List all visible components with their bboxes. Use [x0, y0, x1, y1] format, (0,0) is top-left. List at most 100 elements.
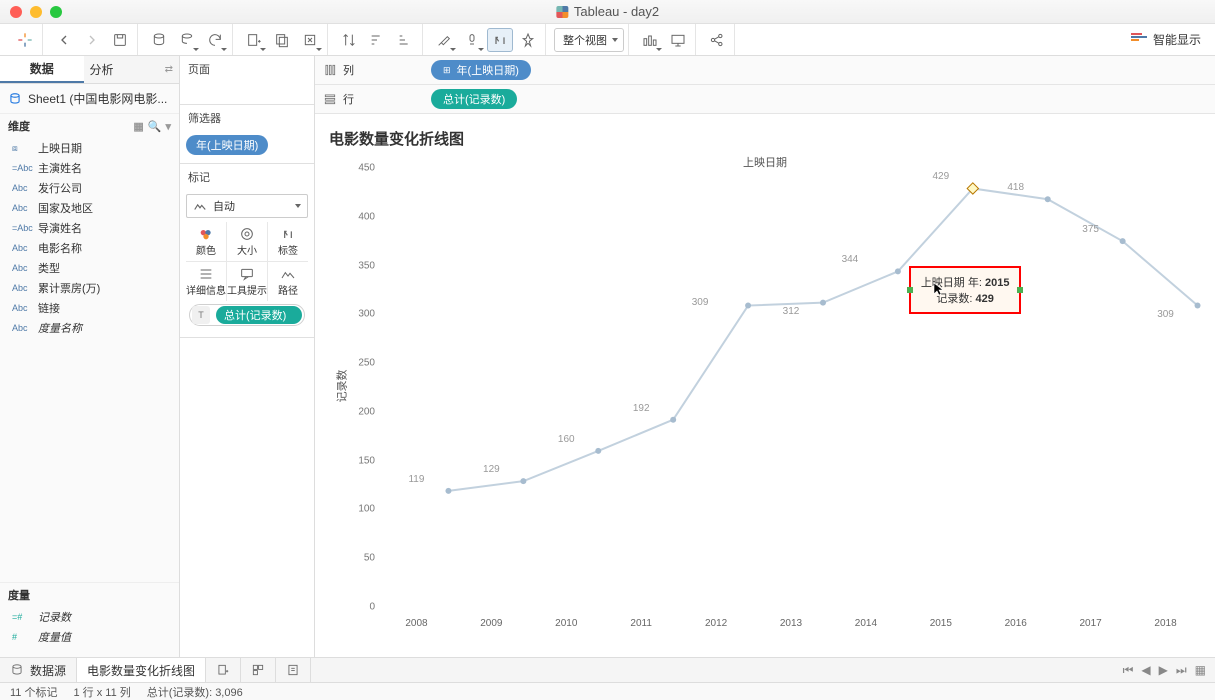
save-button[interactable] — [107, 28, 133, 52]
label-prefix-icon: T — [192, 306, 210, 324]
pages-card-title: 页面 — [180, 56, 314, 82]
rows-shelf[interactable]: 行 总计(记录数) — [315, 85, 1215, 114]
sheet-tab-bar: 数据源 电影数量变化折线图 ⏮ ◀ ▶ ⏭ ▦ — [0, 657, 1215, 682]
dimension-field[interactable]: Abc累计票房(万) — [0, 278, 179, 298]
columns-pill[interactable]: ⊞年(上映日期) — [431, 60, 531, 80]
maximize-window-button[interactable] — [50, 6, 62, 18]
new-dashboard-button[interactable] — [241, 658, 276, 682]
status-rowscols: 1 行 x 11 列 — [73, 684, 130, 700]
nav-list[interactable]: ▦ — [1192, 663, 1209, 677]
dimensions-header: 维度 ▦🔍▾ — [0, 113, 179, 138]
sort-desc-button[interactable] — [392, 28, 418, 52]
marks-label[interactable]: 标签 — [268, 222, 308, 261]
close-window-button[interactable] — [10, 6, 22, 18]
dimension-field[interactable]: =Abc主演姓名 — [0, 158, 179, 178]
viz-canvas[interactable]: 电影数量变化折线图 上映日期 记录数 050100150200250300350… — [315, 114, 1215, 657]
dimension-field[interactable]: Abc链接 — [0, 298, 179, 318]
show-me-button[interactable]: 智能显示 — [1125, 31, 1207, 48]
datasource-name[interactable]: Sheet1 (中国电影网电影... — [0, 84, 179, 113]
duplicate-button[interactable] — [269, 28, 295, 52]
nav-first[interactable]: ⏮ — [1120, 663, 1137, 678]
nav-last[interactable]: ⏭ — [1173, 663, 1190, 678]
minimize-window-button[interactable] — [30, 6, 42, 18]
pages-card: 页面 — [180, 56, 314, 105]
pin-button[interactable] — [515, 28, 541, 52]
view-grid-icon[interactable]: ▦ — [133, 120, 143, 133]
rows-pill[interactable]: 总计(记录数) — [431, 89, 517, 109]
nav-prev[interactable]: ◀ — [1138, 663, 1153, 677]
marks-color[interactable]: 颜色 — [186, 222, 226, 261]
window-title: Tableau - day2 — [556, 4, 659, 19]
datasource-label: Sheet1 (中国电影网电影... — [28, 90, 167, 107]
mark-label-pill[interactable]: T 总计(记录数) — [189, 304, 305, 326]
show-cards-button[interactable] — [637, 28, 663, 52]
measures-header: 度量 — [0, 582, 179, 607]
columns-label: 列 — [343, 62, 354, 78]
status-sum: 总计(记录数): 3,096 — [147, 684, 243, 700]
share-button[interactable] — [704, 28, 730, 52]
new-worksheet-button[interactable] — [241, 28, 267, 52]
tab-data[interactable]: 数据 — [0, 56, 84, 83]
search-icon[interactable]: 🔍 — [148, 120, 162, 133]
marks-tooltip[interactable]: 工具提示 — [227, 262, 267, 301]
back-button[interactable] — [51, 28, 77, 52]
measure-field[interactable]: =#记录数 — [0, 607, 179, 627]
mark-type-select[interactable]: 自动 — [186, 194, 308, 218]
tooltip: 上映日期 年: 2015记录数: 429 — [909, 266, 1022, 314]
window-titlebar: Tableau - day2 — [0, 0, 1215, 24]
chart-title[interactable]: 电影数量变化折线图 — [329, 128, 464, 149]
show-me-icon — [1131, 33, 1147, 47]
chart-plot-area[interactable]: 0501001502002503003504004502008200920102… — [347, 168, 1203, 627]
dimension-field[interactable]: Abc电影名称 — [0, 238, 179, 258]
dimension-field[interactable]: ⧈上映日期 — [0, 138, 179, 158]
marks-path[interactable]: 路径 — [268, 262, 308, 301]
tableau-logo-icon — [556, 6, 568, 18]
dimension-field[interactable]: Abc度量名称 — [0, 318, 179, 338]
measure-field[interactable]: #度量值 — [0, 627, 179, 647]
refresh-button[interactable] — [202, 28, 228, 52]
toolbar: 整个视图 智能显示 — [0, 24, 1215, 56]
marks-size[interactable]: 大小 — [227, 222, 267, 261]
pause-autoupdate-button[interactable] — [174, 28, 200, 52]
dropdown-icon[interactable]: ▾ — [165, 120, 171, 133]
presentation-button[interactable] — [665, 28, 691, 52]
datasource-icon — [8, 92, 22, 106]
status-marks: 11 个标记 — [10, 684, 57, 700]
worksheet-area: 列 ⊞年(上映日期) 行 总计(记录数) 电影数量变化折线图 上映日期 记录数 … — [315, 56, 1215, 657]
highlight-button[interactable] — [431, 28, 457, 52]
nav-next[interactable]: ▶ — [1156, 663, 1171, 677]
rows-label: 行 — [343, 91, 354, 107]
marks-detail[interactable]: 详细信息 — [186, 262, 226, 301]
clear-button[interactable] — [297, 28, 323, 52]
tab-sheet[interactable]: 电影数量变化折线图 — [77, 658, 206, 682]
filters-card-title: 筛选器 — [180, 105, 314, 131]
tableau-home-icon[interactable] — [12, 28, 38, 52]
status-bar: 11 个标记 1 行 x 11 列 总计(记录数): 3,096 — [0, 682, 1215, 700]
dimension-field[interactable]: =Abc导演姓名 — [0, 218, 179, 238]
sort-asc-button[interactable] — [364, 28, 390, 52]
tab-analysis[interactable]: 分析⇄ — [84, 56, 180, 83]
marks-card: 标记 自动 颜色 大小 标签 详细信息 工具提示 路径 T 总计 — [180, 164, 314, 338]
new-datasource-button[interactable] — [146, 28, 172, 52]
show-labels-button[interactable] — [487, 28, 513, 52]
sheet-nav: ⏮ ◀ ▶ ⏭ ▦ — [1114, 658, 1215, 682]
filters-card: 筛选器 年(上映日期) — [180, 105, 314, 164]
data-panel: 数据 分析⇄ Sheet1 (中国电影网电影... 维度 ▦🔍▾ ⧈上映日期=A… — [0, 56, 180, 657]
dimension-field[interactable]: Abc发行公司 — [0, 178, 179, 198]
columns-shelf[interactable]: 列 ⊞年(上映日期) — [315, 56, 1215, 85]
cards-panel: 页面 筛选器 年(上映日期) 标记 自动 颜色 大小 标签 详细信息 — [180, 56, 315, 657]
new-story-button[interactable] — [276, 658, 311, 682]
window-title-text: Tableau - day2 — [574, 4, 659, 19]
new-sheet-button[interactable] — [206, 658, 241, 682]
group-button[interactable] — [459, 28, 485, 52]
main-area: 数据 分析⇄ Sheet1 (中国电影网电影... 维度 ▦🔍▾ ⧈上映日期=A… — [0, 56, 1215, 657]
dimension-field[interactable]: Abc类型 — [0, 258, 179, 278]
marks-grid: 颜色 大小 标签 详细信息 工具提示 路径 — [186, 222, 308, 301]
swap-axes-button[interactable] — [336, 28, 362, 52]
filter-pill-year[interactable]: 年(上映日期) — [186, 135, 268, 155]
marks-card-title: 标记 — [180, 164, 314, 190]
dimension-field[interactable]: Abc国家及地区 — [0, 198, 179, 218]
forward-button[interactable] — [79, 28, 105, 52]
tab-datasource[interactable]: 数据源 — [0, 658, 77, 682]
fit-select[interactable]: 整个视图 — [554, 28, 624, 52]
